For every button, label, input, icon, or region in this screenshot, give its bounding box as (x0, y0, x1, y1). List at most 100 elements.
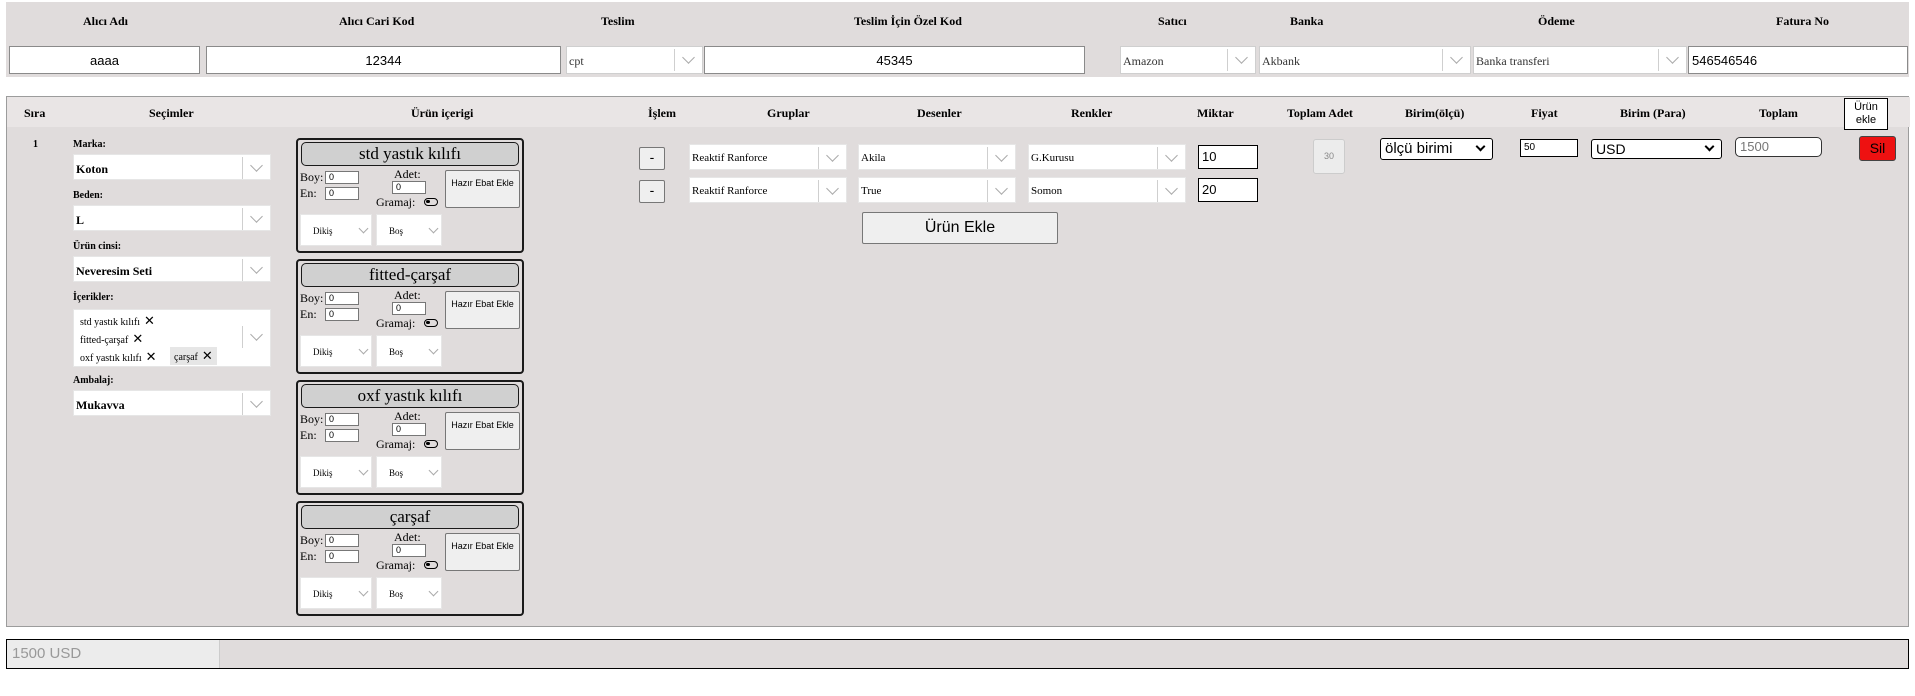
urun-cinsi-label: Ürün cinsi: (73, 241, 122, 252)
miktar-input[interactable]: 20 (1198, 178, 1258, 202)
satici-select[interactable]: Amazon (1120, 46, 1256, 74)
hazir-ebat-ekle-button[interactable]: Hazır Ebat Ekle (445, 533, 520, 571)
hazir-ebat-ekle-button[interactable]: Hazır Ebat Ekle (445, 412, 520, 450)
boy-input[interactable]: 0 (325, 292, 359, 305)
desen-select[interactable]: Akila (858, 144, 1016, 170)
en-label: En: (300, 428, 317, 442)
remove-icon[interactable]: ✕ (146, 349, 157, 364)
fiyat-input[interactable]: 50 (1520, 139, 1578, 157)
odeme-value: Banka transferi (1476, 54, 1550, 68)
desen-value: Akila (861, 152, 886, 164)
miktar-input[interactable]: 10 (1198, 145, 1258, 169)
adet-label: Adet: (394, 530, 421, 544)
odeme-select[interactable]: Banka transferi (1473, 46, 1687, 74)
adet-input[interactable]: 0 (392, 544, 426, 557)
remove-icon[interactable]: ✕ (144, 313, 155, 328)
en-input[interactable]: 0 (325, 308, 359, 321)
gramaj-toggle[interactable] (424, 440, 438, 448)
adet-input[interactable]: 0 (392, 423, 426, 436)
gramaj-toggle[interactable] (424, 198, 438, 206)
alici-cari-kod-input[interactable]: 12344 (206, 46, 561, 74)
dikis-select[interactable]: Dikiş (300, 577, 372, 609)
banka-select[interactable]: Akbank (1259, 46, 1471, 74)
boy-input[interactable]: 0 (325, 534, 359, 547)
remove-line-button[interactable]: - (639, 180, 665, 203)
urun-cinsi-select[interactable]: Neveresim Seti (73, 256, 271, 282)
product-title: çarşaf (301, 505, 519, 529)
dikis-select[interactable]: Dikiş (300, 214, 372, 246)
grup-value: Reaktif Ranforce (692, 185, 768, 197)
chevron-down-icon (818, 180, 846, 202)
toplam-input[interactable]: 1500 (1735, 137, 1822, 157)
chevron-down-icon (428, 344, 439, 355)
ambalaj-select[interactable]: Mukavva (73, 390, 271, 416)
label-fatura-no: Fatura No (1776, 14, 1829, 28)
grup-select[interactable]: Reaktif Ranforce (689, 177, 847, 203)
chevron-down-icon (1227, 49, 1255, 71)
chevron-down-icon (242, 326, 270, 348)
bos-select[interactable]: Boş (376, 456, 442, 488)
remove-icon[interactable]: ✕ (132, 331, 143, 346)
product-box: std yastık kılıfı Boy: 0 En: 0 Adet: 0 G… (296, 138, 524, 253)
renk-select[interactable]: Somon (1028, 177, 1186, 203)
hazir-ebat-ekle-button[interactable]: Hazır Ebat Ekle (445, 170, 520, 208)
product-title: std yastık kılıfı (301, 142, 519, 166)
chevron-down-icon (428, 465, 439, 476)
remove-icon[interactable]: ✕ (202, 348, 213, 363)
en-input[interactable]: 0 (325, 429, 359, 442)
hazir-ebat-ekle-button[interactable]: Hazır Ebat Ekle (445, 291, 520, 329)
boy-input[interactable]: 0 (325, 413, 359, 426)
adet-label: Adet: (394, 409, 421, 423)
dikis-select[interactable]: Dikiş (300, 456, 372, 488)
gramaj-label: Gramaj: (376, 437, 416, 451)
en-label: En: (300, 549, 317, 563)
urun-ekle-button[interactable]: Ürün Ekle (862, 212, 1058, 244)
label-teslim: Teslim (601, 14, 635, 28)
adet-input[interactable]: 0 (392, 181, 426, 194)
satici-value: Amazon (1123, 54, 1164, 68)
row-number: 1 (33, 139, 38, 150)
fatura-no-input[interactable]: 546546546 (1688, 46, 1908, 74)
footer-total-bar: 1500 USD (6, 639, 1909, 669)
chevron-down-icon (1442, 49, 1470, 71)
gramaj-toggle[interactable] (424, 319, 438, 327)
en-input[interactable]: 0 (325, 187, 359, 200)
remove-line-button[interactable]: - (639, 147, 665, 170)
alici-adi-input[interactable]: aaaa (9, 46, 200, 74)
chevron-down-icon (1157, 180, 1185, 202)
marka-label: Marka: (73, 139, 106, 150)
bos-select[interactable]: Boş (376, 577, 442, 609)
renk-select[interactable]: G.Kurusu (1028, 144, 1186, 170)
label-odeme: Ödeme (1538, 14, 1575, 28)
teslim-select[interactable]: cpt (566, 46, 703, 74)
gramaj-label: Gramaj: (376, 195, 416, 209)
bos-select[interactable]: Boş (376, 335, 442, 367)
en-input[interactable]: 0 (325, 550, 359, 563)
col-miktar: Miktar (1197, 106, 1234, 120)
boy-input[interactable]: 0 (325, 171, 359, 184)
marka-select[interactable]: Koton (73, 154, 271, 180)
birim-olcu-select[interactable]: ölçü birimi (1380, 138, 1493, 160)
grup-select[interactable]: Reaktif Ranforce (689, 144, 847, 170)
product-box: oxf yastık kılıfı Boy: 0 En: 0 Adet: 0 G… (296, 380, 524, 495)
chevron-down-icon (358, 465, 369, 476)
grand-total: 1500 USD (7, 640, 220, 668)
urun-ekle-header-button[interactable]: Ürün ekle (1844, 98, 1888, 130)
birim-para-select[interactable]: USD (1591, 139, 1722, 159)
icerikler-multiselect[interactable]: std yastık kılıfı ✕ fitted-çarşaf ✕ oxf ya… (73, 309, 271, 367)
dikis-select[interactable]: Dikiş (300, 335, 372, 367)
renk-value: Somon (1031, 185, 1063, 197)
chevron-down-icon (987, 180, 1015, 202)
bos-select[interactable]: Boş (376, 214, 442, 246)
chevron-down-icon (1475, 141, 1486, 152)
sil-button[interactable]: Sil (1859, 136, 1896, 161)
chevron-down-icon (674, 49, 702, 71)
teslim-ozel-kod-input[interactable]: 45345 (704, 46, 1085, 74)
desen-select[interactable]: True (858, 177, 1016, 203)
gramaj-label: Gramaj: (376, 558, 416, 572)
gramaj-toggle[interactable] (424, 561, 438, 569)
dikis-value: Dikiş (313, 468, 333, 478)
adet-input[interactable]: 0 (392, 302, 426, 315)
beden-select[interactable]: L (73, 205, 271, 231)
beden-value: L (76, 213, 85, 227)
